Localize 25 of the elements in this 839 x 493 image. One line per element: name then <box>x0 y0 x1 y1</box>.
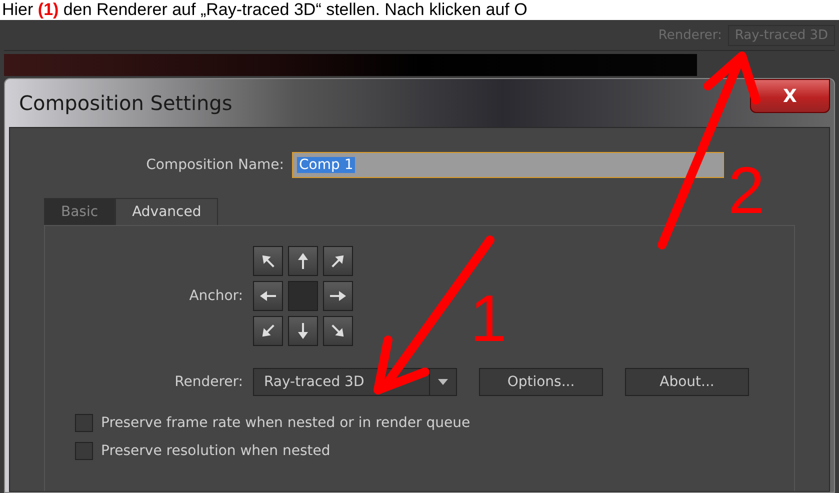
annotation-number: 2 <box>728 157 765 223</box>
field-label: Composition Name: <box>145 157 284 173</box>
anchor-button[interactable] <box>253 281 283 311</box>
name-input-field[interactable]: Comp 1 <box>292 152 724 178</box>
dialog-button[interactable]: About... <box>625 368 749 396</box>
checkbox-label: Preserve frame rate when nested or in render queue <box>101 415 470 431</box>
caption-text: Hier (1) den Renderer auf „Ray-traced 3D“ stellen. Nach klicken auf O <box>1 0 528 20</box>
anchor-button[interactable] <box>253 246 283 276</box>
checkbox[interactable] <box>75 442 93 460</box>
anchor-button[interactable] <box>323 316 353 346</box>
anchor-button[interactable] <box>253 316 283 346</box>
dialog-title: Composition Settings <box>18 91 232 115</box>
annotation-number: 1 <box>470 285 507 351</box>
tab[interactable]: Advanced <box>115 198 218 225</box>
anchor-button[interactable] <box>288 246 318 276</box>
close-button[interactable]: X <box>750 79 830 113</box>
dialog-button[interactable]: Options... <box>479 368 603 396</box>
renderer-label: Renderer: <box>174 374 243 390</box>
anchor-button[interactable] <box>288 316 318 346</box>
anchor-button[interactable] <box>323 281 353 311</box>
anchor-button[interactable] <box>323 246 353 276</box>
anchor-label: Anchor: <box>188 288 243 304</box>
tab[interactable]: Basic <box>44 198 116 225</box>
checkbox[interactable] <box>75 414 93 432</box>
checkbox-label: Preserve resolution when nested <box>101 443 330 459</box>
